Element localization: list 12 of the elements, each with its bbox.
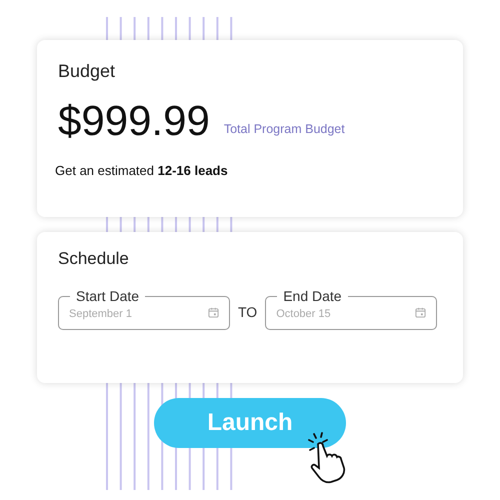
estimate-text: Get an estimated 12-16 leads xyxy=(55,162,229,180)
amount-caption: Total Program Budget xyxy=(224,121,345,138)
separator-text: TO xyxy=(238,303,258,322)
field-label: End Date xyxy=(277,288,348,304)
launch-button[interactable]: Launch xyxy=(154,398,346,448)
card-title: Schedule xyxy=(58,248,130,270)
calendar-icon xyxy=(208,307,219,318)
date-input[interactable]: October 15 xyxy=(276,302,408,323)
calendar-icon xyxy=(415,307,426,318)
card-title: Budget xyxy=(58,60,116,83)
budget-amount: $999.99 xyxy=(58,99,210,143)
date-input[interactable]: September 1 xyxy=(69,302,200,323)
